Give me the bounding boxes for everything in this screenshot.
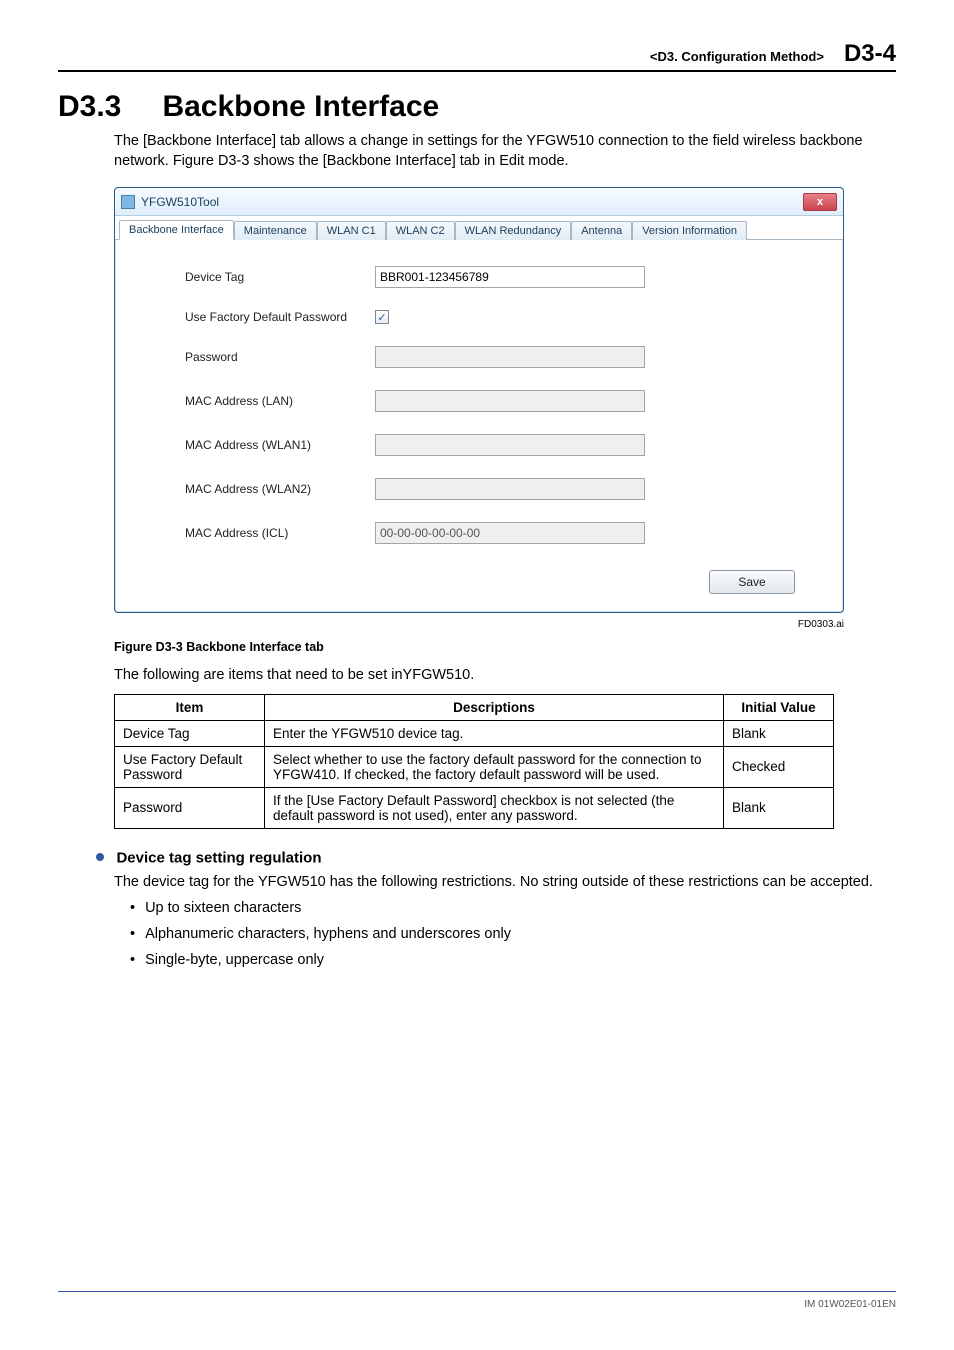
page-header: <D3. Configuration Method> D3-4 (58, 40, 896, 72)
footer-doc-id: IM 01W02E01-01EN (804, 1299, 896, 1310)
use-default-password-label: Use Factory Default Password (185, 310, 375, 324)
list-item: Up to sixteen characters (130, 900, 896, 916)
cell-desc: Select whether to use the factory defaul… (265, 746, 724, 787)
app-icon (121, 195, 135, 209)
list-item: Single-byte, uppercase only (130, 952, 896, 968)
header-page-number: D3-4 (844, 40, 896, 68)
cell-item: Device Tag (115, 720, 265, 746)
cell-val: Blank (724, 720, 834, 746)
password-input[interactable] (375, 346, 645, 368)
th-item: Item (115, 694, 265, 720)
subheading: Device tag setting regulation (96, 849, 896, 867)
header-section: <D3. Configuration Method> (650, 49, 824, 64)
mac-wlan1-label: MAC Address (WLAN1) (185, 438, 375, 452)
figure-source-id: FD0303.ai (114, 619, 844, 630)
cell-desc: If the [Use Factory Default Password] ch… (265, 787, 724, 828)
section-heading: D3.3 Backbone Interface (58, 90, 896, 124)
mac-wlan2-label: MAC Address (WLAN2) (185, 482, 375, 496)
cell-desc: Enter the YFGW510 device tag. (265, 720, 724, 746)
close-button[interactable]: x (803, 193, 837, 211)
footer-divider (58, 1291, 896, 1292)
device-tag-input[interactable] (375, 266, 645, 288)
form-area: Device Tag Use Factory Default Password … (115, 240, 843, 612)
tab-antenna[interactable]: Antenna (571, 221, 632, 240)
app-window: YFGW510Tool x Backbone Interface Mainten… (114, 187, 844, 613)
device-tag-label: Device Tag (185, 270, 375, 284)
tab-wlan-c2[interactable]: WLAN C2 (386, 221, 455, 240)
list-item: Alphanumeric characters, hyphens and und… (130, 926, 896, 942)
password-label: Password (185, 350, 375, 364)
th-initial-value: Initial Value (724, 694, 834, 720)
table-lead-text: The following are items that need to be … (114, 666, 896, 686)
tab-wlan-redundancy[interactable]: WLAN Redundancy (455, 221, 572, 240)
mac-wlan2-input (375, 478, 645, 500)
window-title: YFGW510Tool (141, 195, 219, 209)
save-button[interactable]: Save (709, 570, 795, 594)
cell-val: Blank (724, 787, 834, 828)
mac-wlan1-input (375, 434, 645, 456)
title-bar: YFGW510Tool x (115, 188, 843, 216)
sub-body-text: The device tag for the YFGW510 has the f… (114, 873, 896, 893)
mac-icl-label: MAC Address (ICL) (185, 526, 375, 540)
table-row: Password If the [Use Factory Default Pas… (115, 787, 834, 828)
intro-paragraph: The [Backbone Interface] tab allows a ch… (114, 132, 896, 171)
cell-item: Use Factory Default Password (115, 746, 265, 787)
tab-strip: Backbone Interface Maintenance WLAN C1 W… (115, 216, 843, 240)
tab-wlan-c1[interactable]: WLAN C1 (317, 221, 386, 240)
bullet-icon (96, 853, 104, 861)
mac-lan-label: MAC Address (LAN) (185, 394, 375, 408)
subheading-text: Device tag setting regulation (116, 849, 321, 866)
tab-version-information[interactable]: Version Information (632, 221, 747, 240)
settings-table: Item Descriptions Initial Value Device T… (114, 694, 834, 829)
table-row: Device Tag Enter the YFGW510 device tag.… (115, 720, 834, 746)
mac-lan-input (375, 390, 645, 412)
table-row: Use Factory Default Password Select whet… (115, 746, 834, 787)
cell-item: Password (115, 787, 265, 828)
heading-number: D3.3 (58, 90, 158, 124)
cell-val: Checked (724, 746, 834, 787)
heading-text: Backbone Interface (162, 90, 439, 123)
rules-list: Up to sixteen characters Alphanumeric ch… (130, 900, 896, 968)
figure-caption: Figure D3-3 Backbone Interface tab (114, 640, 896, 654)
th-descriptions: Descriptions (265, 694, 724, 720)
tab-backbone-interface[interactable]: Backbone Interface (119, 220, 234, 240)
mac-icl-input (375, 522, 645, 544)
tab-maintenance[interactable]: Maintenance (234, 221, 317, 240)
use-default-password-checkbox[interactable]: ✓ (375, 310, 389, 324)
